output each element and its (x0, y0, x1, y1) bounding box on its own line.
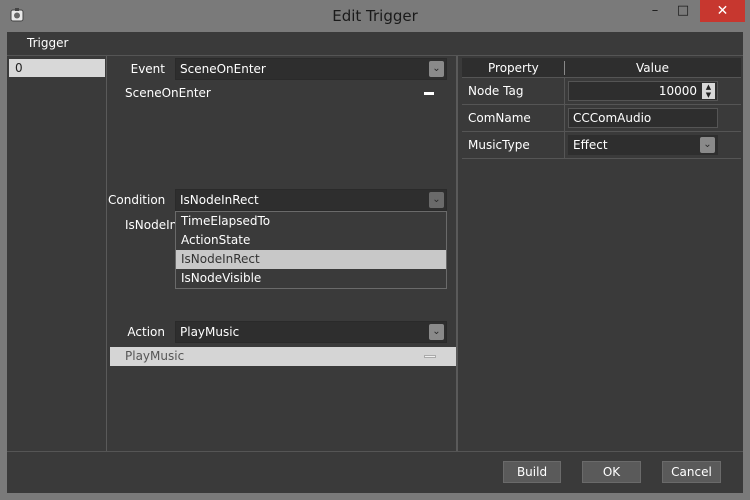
property-row-musictype: MusicType Effect ⌄ (462, 132, 741, 159)
column-separator[interactable] (564, 61, 565, 75)
event-select[interactable]: SceneOnEnter ⌄ (175, 58, 447, 80)
property-panel: Property Value Node Tag 10000 ▲ ▼ ComName… (460, 56, 743, 451)
window-frame-right (743, 32, 750, 500)
property-row-comname: ComName CCComAudio (462, 105, 741, 132)
condition-label: Condition (108, 193, 166, 207)
event-list-item[interactable]: SceneOnEnter (125, 86, 211, 100)
property-header: Property Value (462, 58, 741, 78)
remove-action-button[interactable] (424, 355, 436, 358)
property-row-node-tag: Node Tag 10000 ▲ ▼ (462, 78, 741, 105)
window-frame-bottom (0, 493, 750, 500)
property-name: MusicType (468, 138, 530, 152)
musictype-select[interactable]: Effect ⌄ (568, 135, 718, 155)
node-tag-value: 10000 (658, 84, 697, 98)
build-button[interactable]: Build (503, 461, 561, 483)
chevron-down-icon[interactable]: ⌄ (700, 137, 715, 153)
close-button[interactable]: ✕ (700, 0, 745, 22)
title-bar: Edit Trigger – □ ✕ (0, 0, 750, 32)
event-select-value: SceneOnEnter (180, 62, 266, 76)
window-title: Edit Trigger (332, 7, 418, 25)
row-divider (564, 78, 565, 104)
dropdown-option[interactable]: TimeElapsedTo (176, 212, 446, 231)
chevron-down-icon[interactable]: ⌄ (429, 192, 444, 208)
dropdown-option[interactable]: IsNodeVisible (176, 269, 446, 288)
condition-dropdown: TimeElapsedTo ActionState IsNodeInRect I… (175, 211, 447, 289)
ok-button[interactable]: OK (582, 461, 641, 483)
row-divider (564, 132, 565, 158)
action-select-value: PlayMusic (180, 325, 240, 339)
property-name: ComName (468, 111, 531, 125)
comname-field[interactable]: CCComAudio (568, 108, 718, 128)
value-column-header: Value (636, 61, 669, 75)
remove-event-button[interactable] (424, 92, 434, 95)
dropdown-option[interactable]: ActionState (176, 231, 446, 250)
property-column-header: Property (488, 61, 539, 75)
minimize-button[interactable]: – (641, 0, 669, 22)
trigger-list-item[interactable]: 0 (9, 59, 105, 77)
menu-trigger[interactable]: Trigger (27, 36, 68, 50)
menu-bar: Trigger (7, 32, 743, 56)
maximize-button[interactable]: □ (669, 0, 697, 22)
condition-list-item[interactable]: IsNodeIn (125, 218, 177, 232)
action-list-item[interactable]: PlayMusic (110, 347, 456, 366)
dropdown-option-selected[interactable]: IsNodeInRect (176, 250, 446, 269)
action-label: Action (127, 325, 165, 339)
cancel-button[interactable]: Cancel (662, 461, 721, 483)
spin-arrows-icon[interactable]: ▲ ▼ (702, 83, 715, 99)
action-list-item-label: PlayMusic (125, 349, 185, 363)
row-divider (564, 105, 565, 131)
node-tag-spinbox[interactable]: 10000 ▲ ▼ (568, 81, 718, 101)
condition-select-value: IsNodeInRect (180, 193, 259, 207)
musictype-value: Effect (573, 138, 608, 152)
property-name: Node Tag (468, 84, 524, 98)
window-frame-left (0, 32, 7, 500)
condition-select[interactable]: IsNodeInRect ⌄ (175, 189, 447, 211)
event-label: Event (130, 62, 165, 76)
chevron-down-icon[interactable]: ⌄ (429, 61, 444, 77)
trigger-list: 0 (7, 56, 107, 451)
chevron-down-icon[interactable]: ⌄ (429, 324, 444, 340)
action-select[interactable]: PlayMusic ⌄ (175, 321, 447, 343)
